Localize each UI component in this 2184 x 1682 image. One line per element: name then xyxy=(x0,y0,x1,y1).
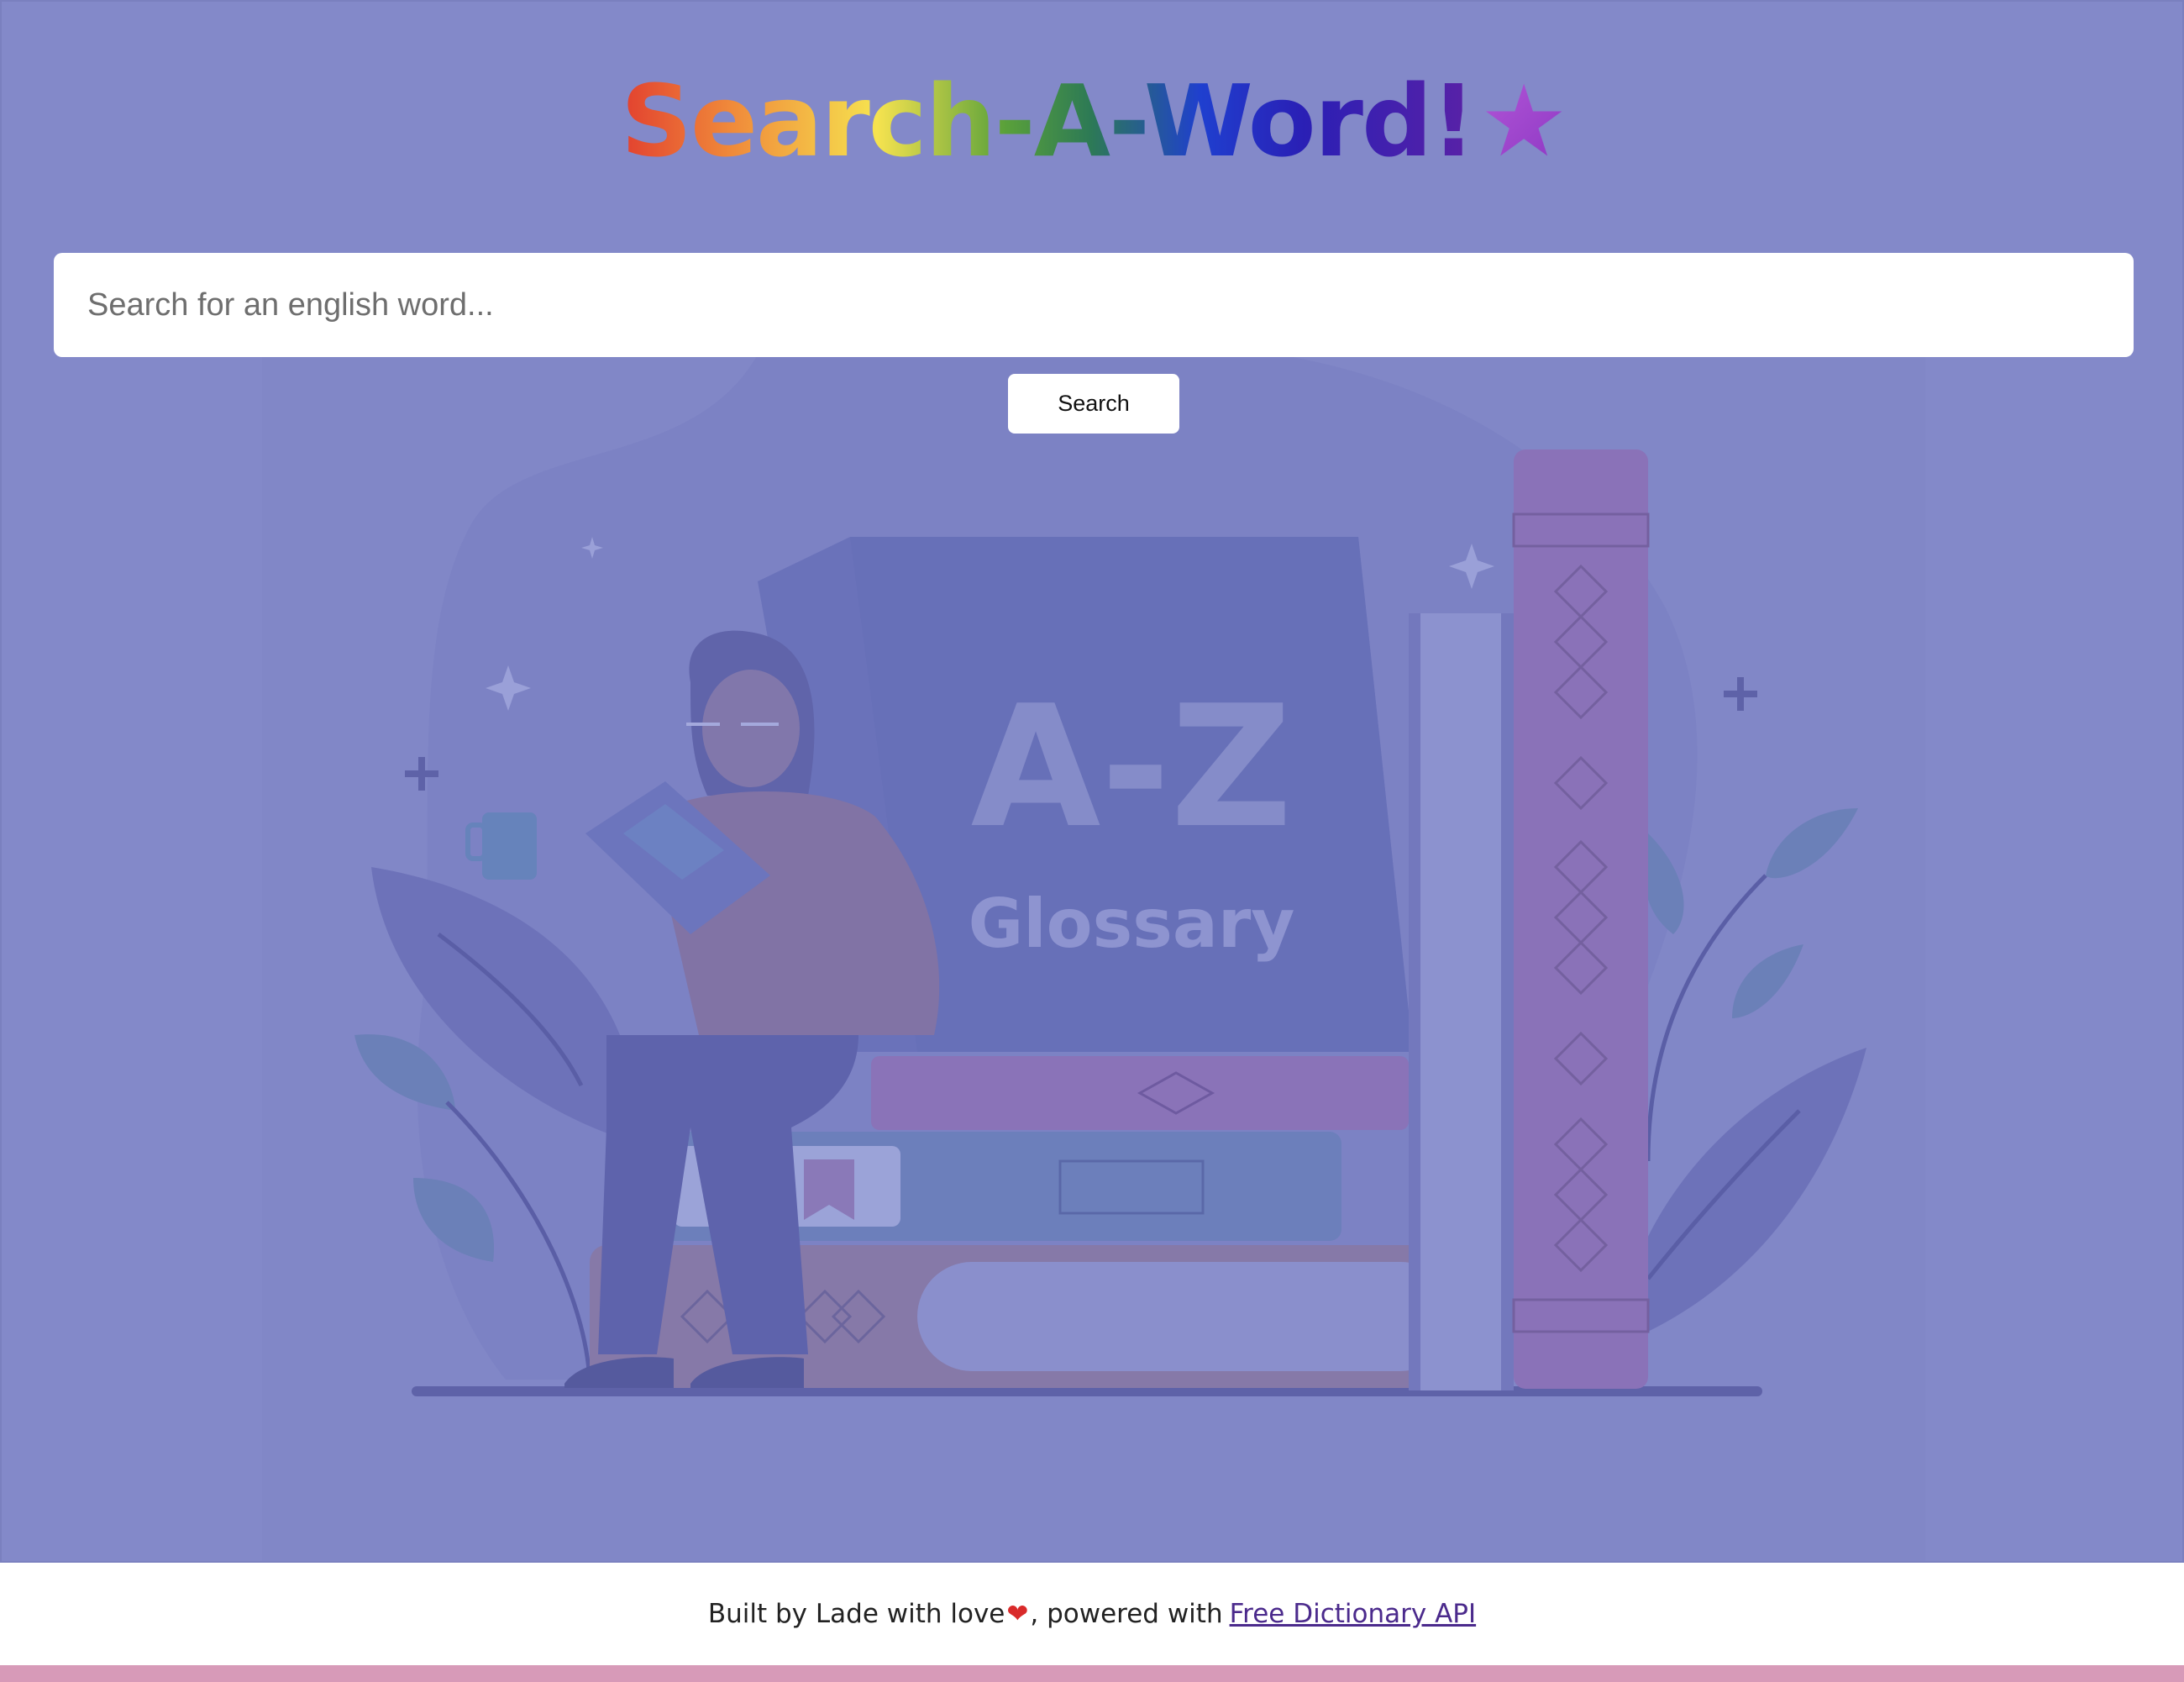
person-face xyxy=(702,670,800,787)
glossary-title: A-Z xyxy=(971,670,1293,865)
star-icon: ★ xyxy=(1479,63,1568,179)
book-standing-grey-spine xyxy=(1409,613,1420,1390)
heart-icon: ❤ xyxy=(1006,1599,1029,1629)
footer-text-after: , powered with xyxy=(1030,1599,1223,1629)
reading-illustration: A-Z Glossary xyxy=(262,301,1925,1561)
footer-text: Built by Lade with love xyxy=(707,1599,1005,1629)
search-input[interactable] xyxy=(54,253,2134,357)
glossary-subtitle: Glossary xyxy=(969,885,1295,963)
search-button[interactable]: Search xyxy=(1008,374,1179,434)
coffee-mug xyxy=(482,812,537,880)
free-dictionary-api-link[interactable]: Free Dictionary API xyxy=(1230,1599,1477,1629)
book-standing-purple xyxy=(1514,449,1648,1389)
book-bottom-pages xyxy=(917,1262,1455,1371)
page-title: Search-A-Word!★ xyxy=(2,66,2182,176)
hero-section: A-Z Glossary Search-A-Word!★ Search for … xyxy=(0,0,2184,1563)
book-standing-grey xyxy=(1409,613,1514,1390)
footer: Built by Lade with love ❤ , powered with… xyxy=(0,1563,2184,1665)
title-text: Search-A-Word! xyxy=(620,63,1476,179)
bottom-bar xyxy=(0,1665,2184,1682)
